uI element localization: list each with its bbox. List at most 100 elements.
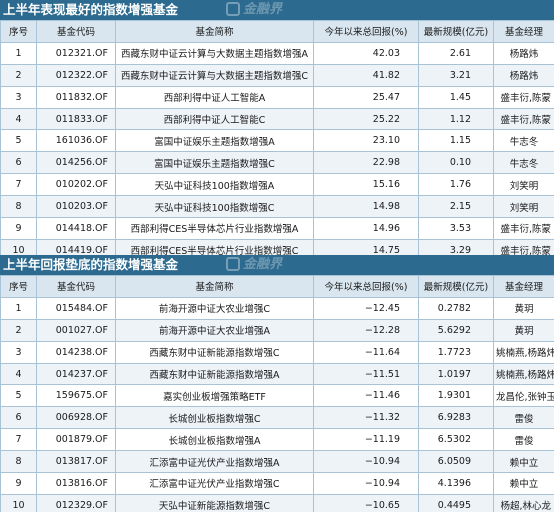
table-row: 5 161036.OF 富国中证娱乐主题指数增强A 23.10 1.15 牛志冬 [0, 129, 554, 153]
table-header-row: 序号 基金代码 基金简称 今年以来总回报(%) 最新规模(亿元) 基金经理 [0, 20, 554, 43]
cell-fund-code: 161036.OF [36, 129, 116, 153]
cell-latest-size: 6.5302 [418, 428, 494, 452]
table-row: 1 015484.OF 前海开源中证大农业增强C −12.45 0.2782 黄玥 [0, 296, 554, 320]
watermark-logo-icon: 金融界 [226, 256, 292, 274]
cell-index: 5 [0, 384, 37, 408]
header-ytd-return: 今年以来总回报(%) [313, 275, 419, 298]
cell-ytd-return: −12.45 [313, 296, 419, 320]
cell-latest-size: 5.6292 [418, 318, 494, 342]
bottom-funds-title: 上半年回报垫底的指数增强基金 [3, 257, 179, 272]
cell-fund-manager: 赖中立 [493, 450, 554, 474]
cell-fund-name: 西部利得CES半导体芯片行业指数增强A [115, 217, 314, 240]
cell-fund-code: 014256.OF [36, 151, 116, 175]
cell-latest-size: 1.45 [418, 85, 494, 109]
cell-fund-manager: 盛丰衍,陈蒙 [493, 107, 554, 131]
cell-fund-name: 富国中证娱乐主题指数增强C [115, 151, 314, 175]
table-row: 6 014256.OF 富国中证娱乐主题指数增强C 22.98 0.10 牛志冬 [0, 151, 554, 175]
cell-fund-manager: 牛志冬 [493, 151, 554, 175]
cell-index: 6 [0, 151, 37, 175]
cell-fund-manager: 刘笑明 [493, 173, 554, 197]
cell-fund-code: 010203.OF [36, 195, 116, 219]
cell-latest-size: 1.76 [418, 173, 494, 197]
cell-fund-name: 嘉实创业板增强策略ETF [115, 384, 314, 408]
cell-ytd-return: −11.64 [313, 340, 419, 364]
top-funds-table: 序号 基金代码 基金简称 今年以来总回报(%) 最新规模(亿元) 基金经理 10… [0, 20, 554, 262]
cell-index: 7 [0, 173, 37, 197]
cell-index: 10 [0, 493, 37, 512]
cell-fund-manager: 黄玥 [493, 318, 554, 342]
cell-latest-size: 2.15 [418, 195, 494, 219]
header-index: 序号 [0, 20, 37, 43]
header-index: 序号 [0, 275, 37, 298]
cell-fund-code: 014237.OF [36, 362, 116, 386]
cell-latest-size: 1.7723 [418, 340, 494, 364]
cell-latest-size: 1.12 [418, 107, 494, 131]
bottom-funds-table: 序号 基金代码 基金简称 今年以来总回报(%) 最新规模(亿元) 基金经理 10… [0, 275, 554, 512]
cell-ytd-return: 41.82 [313, 63, 419, 87]
cell-fund-manager: 雷俊 [493, 428, 554, 452]
table-row: 7 010202.OF 天弘中证科技100指数增强A 15.16 1.76 刘笑明 [0, 173, 554, 197]
cell-fund-code: 010202.OF [36, 173, 116, 197]
top-funds-title: 上半年表现最好的指数增强基金 [3, 2, 179, 17]
table-header-row: 序号 基金代码 基金简称 今年以来总回报(%) 最新规模(亿元) 基金经理 [0, 275, 554, 298]
cell-index: 2 [0, 318, 37, 342]
cell-fund-code: 014238.OF [36, 340, 116, 364]
cell-ytd-return: 14.96 [313, 217, 419, 240]
table-row: 8 013817.OF 汇添富中证光伏产业指数增强A −10.94 6.0509 赖中立 [0, 450, 554, 474]
cell-fund-manager: 牛志冬 [493, 129, 554, 153]
header-fund-manager: 基金经理 [493, 275, 554, 298]
cell-fund-code: 006928.OF [36, 406, 116, 430]
cell-fund-manager: 盛丰衍,陈蒙 [493, 85, 554, 109]
top-funds-title-bar: 上半年表现最好的指数增强基金 金融界 [0, 0, 554, 20]
cell-fund-code: 011832.OF [36, 85, 116, 109]
cell-fund-code: 012321.OF [36, 41, 116, 65]
cell-fund-manager: 杨路炜 [493, 41, 554, 65]
cell-latest-size: 0.10 [418, 151, 494, 175]
cell-fund-manager: 龙昌伦,张钟玉 [493, 384, 554, 408]
cell-fund-name: 天弘中证科技100指数增强A [115, 173, 314, 197]
cell-fund-name: 长城创业板指数增强C [115, 406, 314, 430]
cell-fund-code: 159675.OF [36, 384, 116, 408]
table-row: 10 012329.OF 天弘中证新能源指数增强C −10.65 0.4495 杨超,林心… [0, 493, 554, 512]
cell-latest-size: 1.0197 [418, 362, 494, 386]
cell-fund-manager: 杨路炜 [493, 63, 554, 87]
cell-ytd-return: 15.16 [313, 173, 419, 197]
table-row: 9 013816.OF 汇添富中证光伏产业指数增强C −10.94 4.1396 赖中立 [0, 472, 554, 495]
cell-ytd-return: 14.98 [313, 195, 419, 219]
cell-fund-manager: 黄玥 [493, 296, 554, 320]
table-row: 4 014237.OF 西藏东财中证新能源指数增强A −11.51 1.0197 姚楠燕,… [0, 362, 554, 386]
cell-index: 9 [0, 472, 37, 495]
cell-ytd-return: −12.28 [313, 318, 419, 342]
cell-ytd-return: 25.22 [313, 107, 419, 131]
bottom-funds-title-bar: 上半年回报垫底的指数增强基金 金融界 [0, 255, 554, 275]
cell-latest-size: 3.21 [418, 63, 494, 87]
cell-fund-code: 012322.OF [36, 63, 116, 87]
top-funds-section: 上半年表现最好的指数增强基金 金融界 序号 基金代码 基金简称 今年以来总回报(… [0, 0, 554, 262]
cell-ytd-return: 23.10 [313, 129, 419, 153]
table-row: 3 014238.OF 西藏东财中证新能源指数增强C −11.64 1.7723 姚楠燕,… [0, 340, 554, 364]
cell-ytd-return: 25.47 [313, 85, 419, 109]
table-row: 7 001879.OF 长城创业板指数增强A −11.19 6.5302 雷俊 [0, 428, 554, 452]
cell-index: 5 [0, 129, 37, 153]
cell-fund-name: 汇添富中证光伏产业指数增强C [115, 472, 314, 495]
header-latest-size: 最新规模(亿元) [418, 20, 494, 43]
cell-index: 4 [0, 107, 37, 131]
cell-ytd-return: −11.19 [313, 428, 419, 452]
watermark-text: 金融界 [243, 2, 283, 17]
cell-latest-size: 2.61 [418, 41, 494, 65]
cell-fund-manager: 盛丰衍,陈蒙 [493, 217, 554, 240]
cell-fund-name: 西藏东财中证云计算与大数据主题指数增强C [115, 63, 314, 87]
cell-fund-manager: 姚楠燕,杨路炜 [493, 362, 554, 386]
cell-fund-name: 西部利得中证人工智能A [115, 85, 314, 109]
cell-ytd-return: −11.46 [313, 384, 419, 408]
cell-index: 3 [0, 85, 37, 109]
cell-fund-name: 汇添富中证光伏产业指数增强A [115, 450, 314, 474]
cell-index: 7 [0, 428, 37, 452]
cell-fund-code: 014418.OF [36, 217, 116, 240]
cell-latest-size: 3.53 [418, 217, 494, 240]
cell-fund-code: 001879.OF [36, 428, 116, 452]
cell-index: 9 [0, 217, 37, 240]
cell-fund-manager: 雷俊 [493, 406, 554, 430]
cell-fund-code: 011833.OF [36, 107, 116, 131]
watermark-text: 金融界 [243, 257, 283, 272]
